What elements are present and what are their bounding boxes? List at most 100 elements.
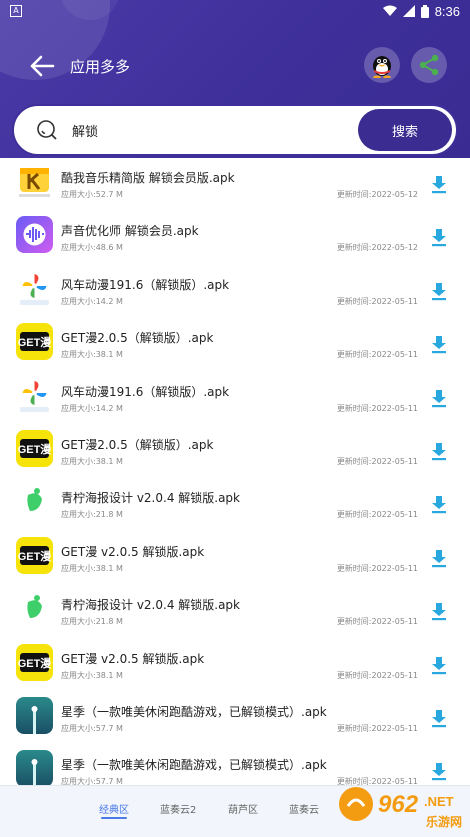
download-icon[interactable] — [429, 227, 449, 247]
app-icon-voice — [16, 216, 53, 254]
app-update-date: 更新时间:2022-05-11 — [336, 617, 418, 627]
app-icon-get: GET漫 — [16, 323, 53, 361]
list-item[interactable]: GET漫 GET漫 v2.0.5 解锁版.apk 应用大小:38.1 M 更新时间:2… — [0, 641, 470, 694]
wifi-icon — [382, 5, 397, 16]
app-icon-lime — [16, 590, 53, 628]
svg-text:GET漫: GET漫 — [18, 656, 53, 670]
app-size: 应用大小:21.8 M — [61, 510, 123, 520]
app-name: 青柠海报设计 v2.0.4 解锁版.apk — [61, 491, 240, 506]
notification-a-icon: A — [10, 5, 22, 17]
app-update-date: 更新时间:2022-05-12 — [336, 190, 418, 199]
app-size: 应用大小:38.1 M — [61, 670, 123, 680]
app-size: 应用大小:38.1 M — [61, 563, 123, 573]
battery-icon — [420, 4, 429, 18]
download-icon[interactable] — [429, 494, 449, 514]
app-size: 应用大小:38.1 M — [61, 456, 123, 466]
list-item[interactable]: GET漫 GET漫2.0.5（解锁版）.apk 应用大小:38.1 M 更新时间:20… — [0, 427, 470, 480]
search-button[interactable]: 搜索 — [358, 109, 452, 151]
download-icon[interactable] — [429, 655, 449, 675]
list-item[interactable]: 声音优化师 解锁会员.apk 应用大小:48.6 M 更新时间:2022-05-12 — [0, 213, 470, 266]
search-bar: 搜索 — [12, 104, 458, 156]
site-watermark-logo: 962 .NET 乐游网 — [339, 787, 462, 829]
app-name: GET漫2.0.5（解锁版）.apk — [61, 331, 214, 346]
active-tab-indicator — [101, 817, 127, 819]
svg-text:.NET: .NET — [424, 794, 454, 809]
app-update-date: 更新时间:2022-05-11 — [336, 723, 418, 733]
share-icon — [419, 54, 439, 76]
arrow-left-icon — [30, 55, 55, 77]
svg-text:962: 962 — [378, 791, 419, 818]
back-button[interactable] — [22, 46, 62, 86]
qq-button[interactable] — [364, 47, 400, 83]
app-size: 应用大小:21.8 M — [61, 617, 123, 627]
app-update-date: 更新时间:2022-05-11 — [336, 296, 418, 306]
app-icon-lime — [16, 483, 53, 521]
app-name: 青柠海报设计 v2.0.4 解锁版.apk — [61, 598, 240, 613]
download-icon[interactable] — [429, 761, 449, 781]
app-name: 风车动漫191.6（解锁版）.apk — [61, 384, 230, 399]
app-list: 酷我音乐精简版 解锁会员版.apk 应用大小:52.7 M 更新时间:2022-05… — [0, 160, 470, 801]
download-icon[interactable] — [429, 334, 449, 354]
app-name: GET漫2.0.5（解锁版）.apk — [61, 437, 214, 452]
download-icon[interactable] — [429, 548, 449, 568]
svg-text:乐游网: 乐游网 — [426, 814, 462, 829]
app-size: 应用大小:48.6 M — [61, 243, 123, 253]
search-icon — [37, 120, 57, 140]
app-update-date: 更新时间:2022-05-11 — [336, 403, 418, 413]
app-icon-pinwheel — [16, 270, 53, 307]
app-icon-star — [16, 696, 53, 734]
app-size: 应用大小:52.7 M — [61, 190, 123, 199]
app-icon-get: GET漫 — [16, 429, 53, 467]
svg-text:GET漫: GET漫 — [18, 442, 53, 456]
list-item[interactable]: GET漫 GET漫 v2.0.5 解锁版.apk 应用大小:38.1 M 更新时间:2… — [0, 534, 470, 587]
app-size: 应用大小:14.2 M — [61, 296, 123, 306]
tab-hulu[interactable]: 葫芦区 — [228, 801, 258, 816]
list-item[interactable]: 风车动漫191.6（解锁版）.apk 应用大小:14.2 M 更新时间:2022-0… — [0, 374, 470, 427]
app-name: 风车动漫191.6（解锁版）.apk — [61, 277, 230, 292]
status-time: 8:36 — [434, 3, 460, 19]
svg-text:GET漫: GET漫 — [18, 335, 53, 349]
list-item[interactable]: 青柠海报设计 v2.0.4 解锁版.apk 应用大小:21.8 M 更新时间:202… — [0, 587, 470, 640]
search-input[interactable] — [72, 122, 332, 138]
qq-penguin-icon — [373, 56, 391, 78]
app-name: 星季（一款唯美休闲跑酷游戏，已解锁模式）.apk — [61, 758, 327, 773]
app-update-date: 更新时间:2022-05-11 — [336, 510, 418, 520]
app-icon-star — [16, 750, 53, 788]
download-icon[interactable] — [429, 708, 449, 728]
download-icon[interactable] — [429, 281, 449, 301]
app-icon-get: GET漫 — [16, 536, 53, 574]
app-update-date: 更新时间:2022-05-12 — [336, 243, 418, 253]
list-item[interactable]: 酷我音乐精简版 解锁会员版.apk 应用大小:52.7 M 更新时间:2022-05… — [0, 160, 470, 213]
app-size: 应用大小:14.2 M — [61, 403, 123, 413]
download-icon[interactable] — [429, 388, 449, 408]
list-item[interactable]: 风车动漫191.6（解锁版）.apk 应用大小:14.2 M 更新时间:2022-0… — [0, 267, 470, 320]
app-icon-kuwo — [16, 163, 53, 200]
tab-lanzou-2[interactable]: 蓝奏云2 — [160, 801, 196, 816]
app-size: 应用大小:38.1 M — [61, 350, 123, 360]
download-icon[interactable] — [429, 441, 449, 461]
list-item[interactable]: GET漫 GET漫2.0.5（解锁版）.apk 应用大小:38.1 M 更新时间:20… — [0, 320, 470, 373]
app-update-date: 更新时间:2022-05-11 — [336, 350, 418, 360]
app-icon-get: GET漫 — [16, 643, 53, 681]
download-icon[interactable] — [429, 174, 449, 194]
status-bar: A 8:36 — [0, 0, 470, 22]
app-icon-pinwheel — [16, 377, 53, 414]
app-update-date: 更新时间:2022-05-11 — [336, 456, 418, 466]
title-bar: 应用多多 — [0, 44, 470, 88]
download-icon[interactable] — [429, 601, 449, 621]
tab-lanzou[interactable]: 蓝奏云 — [289, 801, 319, 816]
app-name: 声音优化师 解锁会员.apk — [61, 224, 199, 239]
list-item[interactable]: 青柠海报设计 v2.0.4 解锁版.apk 应用大小:21.8 M 更新时间:202… — [0, 480, 470, 533]
app-size: 应用大小:57.7 M — [61, 723, 123, 733]
app-name: GET漫 v2.0.5 解锁版.apk — [61, 544, 205, 559]
app-update-date: 更新时间:2022-05-11 — [336, 563, 418, 573]
app-update-date: 更新时间:2022-05-11 — [336, 670, 418, 680]
share-button[interactable] — [411, 47, 447, 83]
app-name: 星季（一款唯美休闲跑酷游戏，已解锁模式）.apk — [61, 704, 327, 719]
svg-text:GET漫: GET漫 — [18, 549, 53, 563]
signal-icon — [402, 5, 415, 17]
tab-classic[interactable]: 经典区 — [99, 801, 129, 816]
list-item[interactable]: 星季（一款唯美休闲跑酷游戏，已解锁模式）.apk 应用大小:57.7 M 更新时间:… — [0, 694, 470, 747]
page-title: 应用多多 — [70, 57, 131, 76]
app-name: GET漫 v2.0.5 解锁版.apk — [61, 651, 205, 666]
